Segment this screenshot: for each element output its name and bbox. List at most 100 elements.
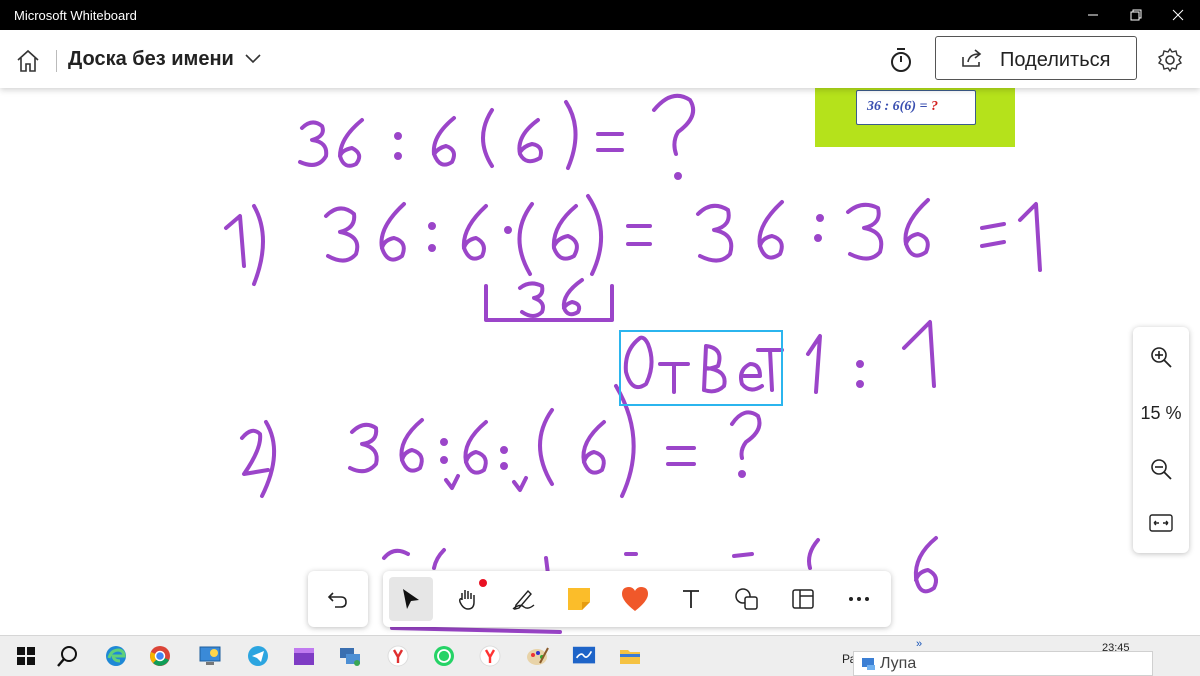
share-button[interactable]: Поделиться bbox=[935, 36, 1137, 80]
text-tool[interactable] bbox=[669, 577, 713, 621]
ink-question bbox=[730, 410, 762, 460]
ink-digit bbox=[431, 116, 456, 167]
text-icon bbox=[683, 590, 699, 608]
pen-tool[interactable] bbox=[501, 577, 545, 621]
minimize-icon bbox=[1088, 14, 1098, 16]
network-icon bbox=[340, 648, 360, 666]
undo-button[interactable] bbox=[308, 571, 368, 627]
fit-width-icon bbox=[1149, 514, 1173, 532]
more-dots-icon bbox=[849, 597, 869, 601]
ink-digit bbox=[757, 200, 784, 260]
ink-digit bbox=[224, 214, 246, 268]
ink-dot bbox=[674, 172, 682, 180]
taskbar-search-button[interactable] bbox=[56, 644, 80, 668]
palette-icon bbox=[527, 647, 549, 665]
close-button[interactable] bbox=[1156, 0, 1200, 30]
ink-dot bbox=[738, 470, 746, 478]
divider bbox=[56, 50, 57, 72]
ink-paren bbox=[586, 194, 603, 276]
paint-app[interactable] bbox=[526, 644, 550, 668]
timer-button[interactable] bbox=[888, 46, 914, 79]
whiteboard-app[interactable] bbox=[572, 644, 596, 668]
start-button[interactable] bbox=[14, 644, 38, 668]
share-label: Поделиться bbox=[1000, 49, 1111, 71]
yandex-browser-app[interactable] bbox=[478, 644, 502, 668]
window-title: Microsoft Whiteboard bbox=[14, 8, 137, 23]
telegram-app[interactable] bbox=[246, 644, 270, 668]
ink-digit bbox=[846, 202, 884, 261]
ink-digit bbox=[551, 204, 579, 261]
fit-to-screen-button[interactable] bbox=[1149, 513, 1173, 538]
ink-digit bbox=[382, 548, 410, 560]
ink-colon bbox=[856, 360, 864, 368]
zoom-panel: 15 % bbox=[1133, 327, 1189, 553]
ink-digit bbox=[432, 548, 446, 570]
ink-equals bbox=[626, 224, 652, 246]
ink-digit bbox=[518, 281, 545, 318]
taskbar: Ра » 23:45 Лупа bbox=[0, 635, 1200, 676]
ink-digit bbox=[461, 204, 488, 261]
settings-button[interactable] bbox=[1156, 46, 1184, 79]
show-hidden-icons-chevron[interactable]: » bbox=[916, 638, 922, 650]
edge-app[interactable] bbox=[104, 644, 128, 668]
zoom-out-button[interactable] bbox=[1149, 457, 1173, 486]
answer-selection-box[interactable] bbox=[619, 330, 783, 406]
ink-paren bbox=[564, 100, 578, 170]
yandex-app[interactable] bbox=[386, 644, 410, 668]
ink-digit bbox=[807, 538, 820, 570]
ink-paren bbox=[517, 202, 534, 276]
search-icon bbox=[57, 646, 77, 667]
control-panel-app[interactable] bbox=[198, 644, 222, 668]
ink-check bbox=[444, 474, 460, 490]
monitor-icon bbox=[199, 646, 221, 665]
ink-digit bbox=[379, 202, 406, 262]
more-button[interactable] bbox=[837, 577, 881, 621]
ink-paren bbox=[252, 204, 265, 286]
handwriting-ink bbox=[224, 93, 1042, 634]
ink-digit bbox=[240, 428, 270, 476]
whiteboard-icon bbox=[572, 646, 596, 664]
ink-digit bbox=[581, 420, 606, 475]
share-icon bbox=[960, 49, 984, 74]
ink-paren bbox=[260, 420, 277, 498]
shapes-icon bbox=[735, 588, 758, 610]
chrome-icon bbox=[150, 646, 170, 666]
ink-equals bbox=[596, 132, 624, 152]
whatsapp-app[interactable] bbox=[432, 644, 456, 668]
shapes-tool[interactable] bbox=[725, 577, 769, 621]
board-name[interactable]: Доска без имени bbox=[68, 48, 234, 71]
restore-button[interactable] bbox=[1114, 0, 1158, 30]
windows-icon bbox=[17, 647, 35, 665]
ink-colon bbox=[440, 456, 448, 464]
zoom-out-icon bbox=[1151, 459, 1172, 480]
chrome-app[interactable] bbox=[148, 644, 172, 668]
ink-question bbox=[652, 93, 695, 156]
minimize-button[interactable] bbox=[1071, 0, 1115, 30]
ink-colon bbox=[856, 380, 864, 388]
sticky-note-icon bbox=[568, 588, 590, 610]
ink-colon bbox=[814, 234, 822, 242]
ink-colon bbox=[500, 446, 508, 454]
sticky-note-tool[interactable] bbox=[557, 577, 601, 621]
cursor-arrow-icon bbox=[403, 589, 419, 609]
explorer-app[interactable] bbox=[618, 644, 642, 668]
telegram-icon bbox=[248, 646, 268, 666]
ink-digit bbox=[399, 418, 424, 473]
reaction-tool[interactable] bbox=[613, 577, 657, 621]
whiteboard-canvas[interactable]: 36 : 6(6) = ? bbox=[0, 86, 1200, 635]
network-app[interactable] bbox=[338, 644, 362, 668]
ink-paren bbox=[481, 108, 494, 168]
video-editor-app[interactable] bbox=[292, 644, 316, 668]
ink-dot bbox=[504, 226, 512, 234]
ink-bracket bbox=[484, 284, 614, 322]
select-tool[interactable] bbox=[389, 577, 433, 621]
home-button[interactable] bbox=[14, 47, 42, 75]
magnifier-window[interactable]: Лупа bbox=[853, 651, 1153, 676]
title-bar: Microsoft Whiteboard bbox=[0, 0, 1200, 30]
ink-equals bbox=[980, 222, 1006, 248]
board-menu-button[interactable] bbox=[244, 52, 262, 70]
ink-colon bbox=[440, 438, 448, 446]
zoom-in-button[interactable] bbox=[1149, 345, 1173, 374]
template-tool[interactable] bbox=[781, 577, 825, 621]
timer-icon bbox=[891, 48, 911, 72]
